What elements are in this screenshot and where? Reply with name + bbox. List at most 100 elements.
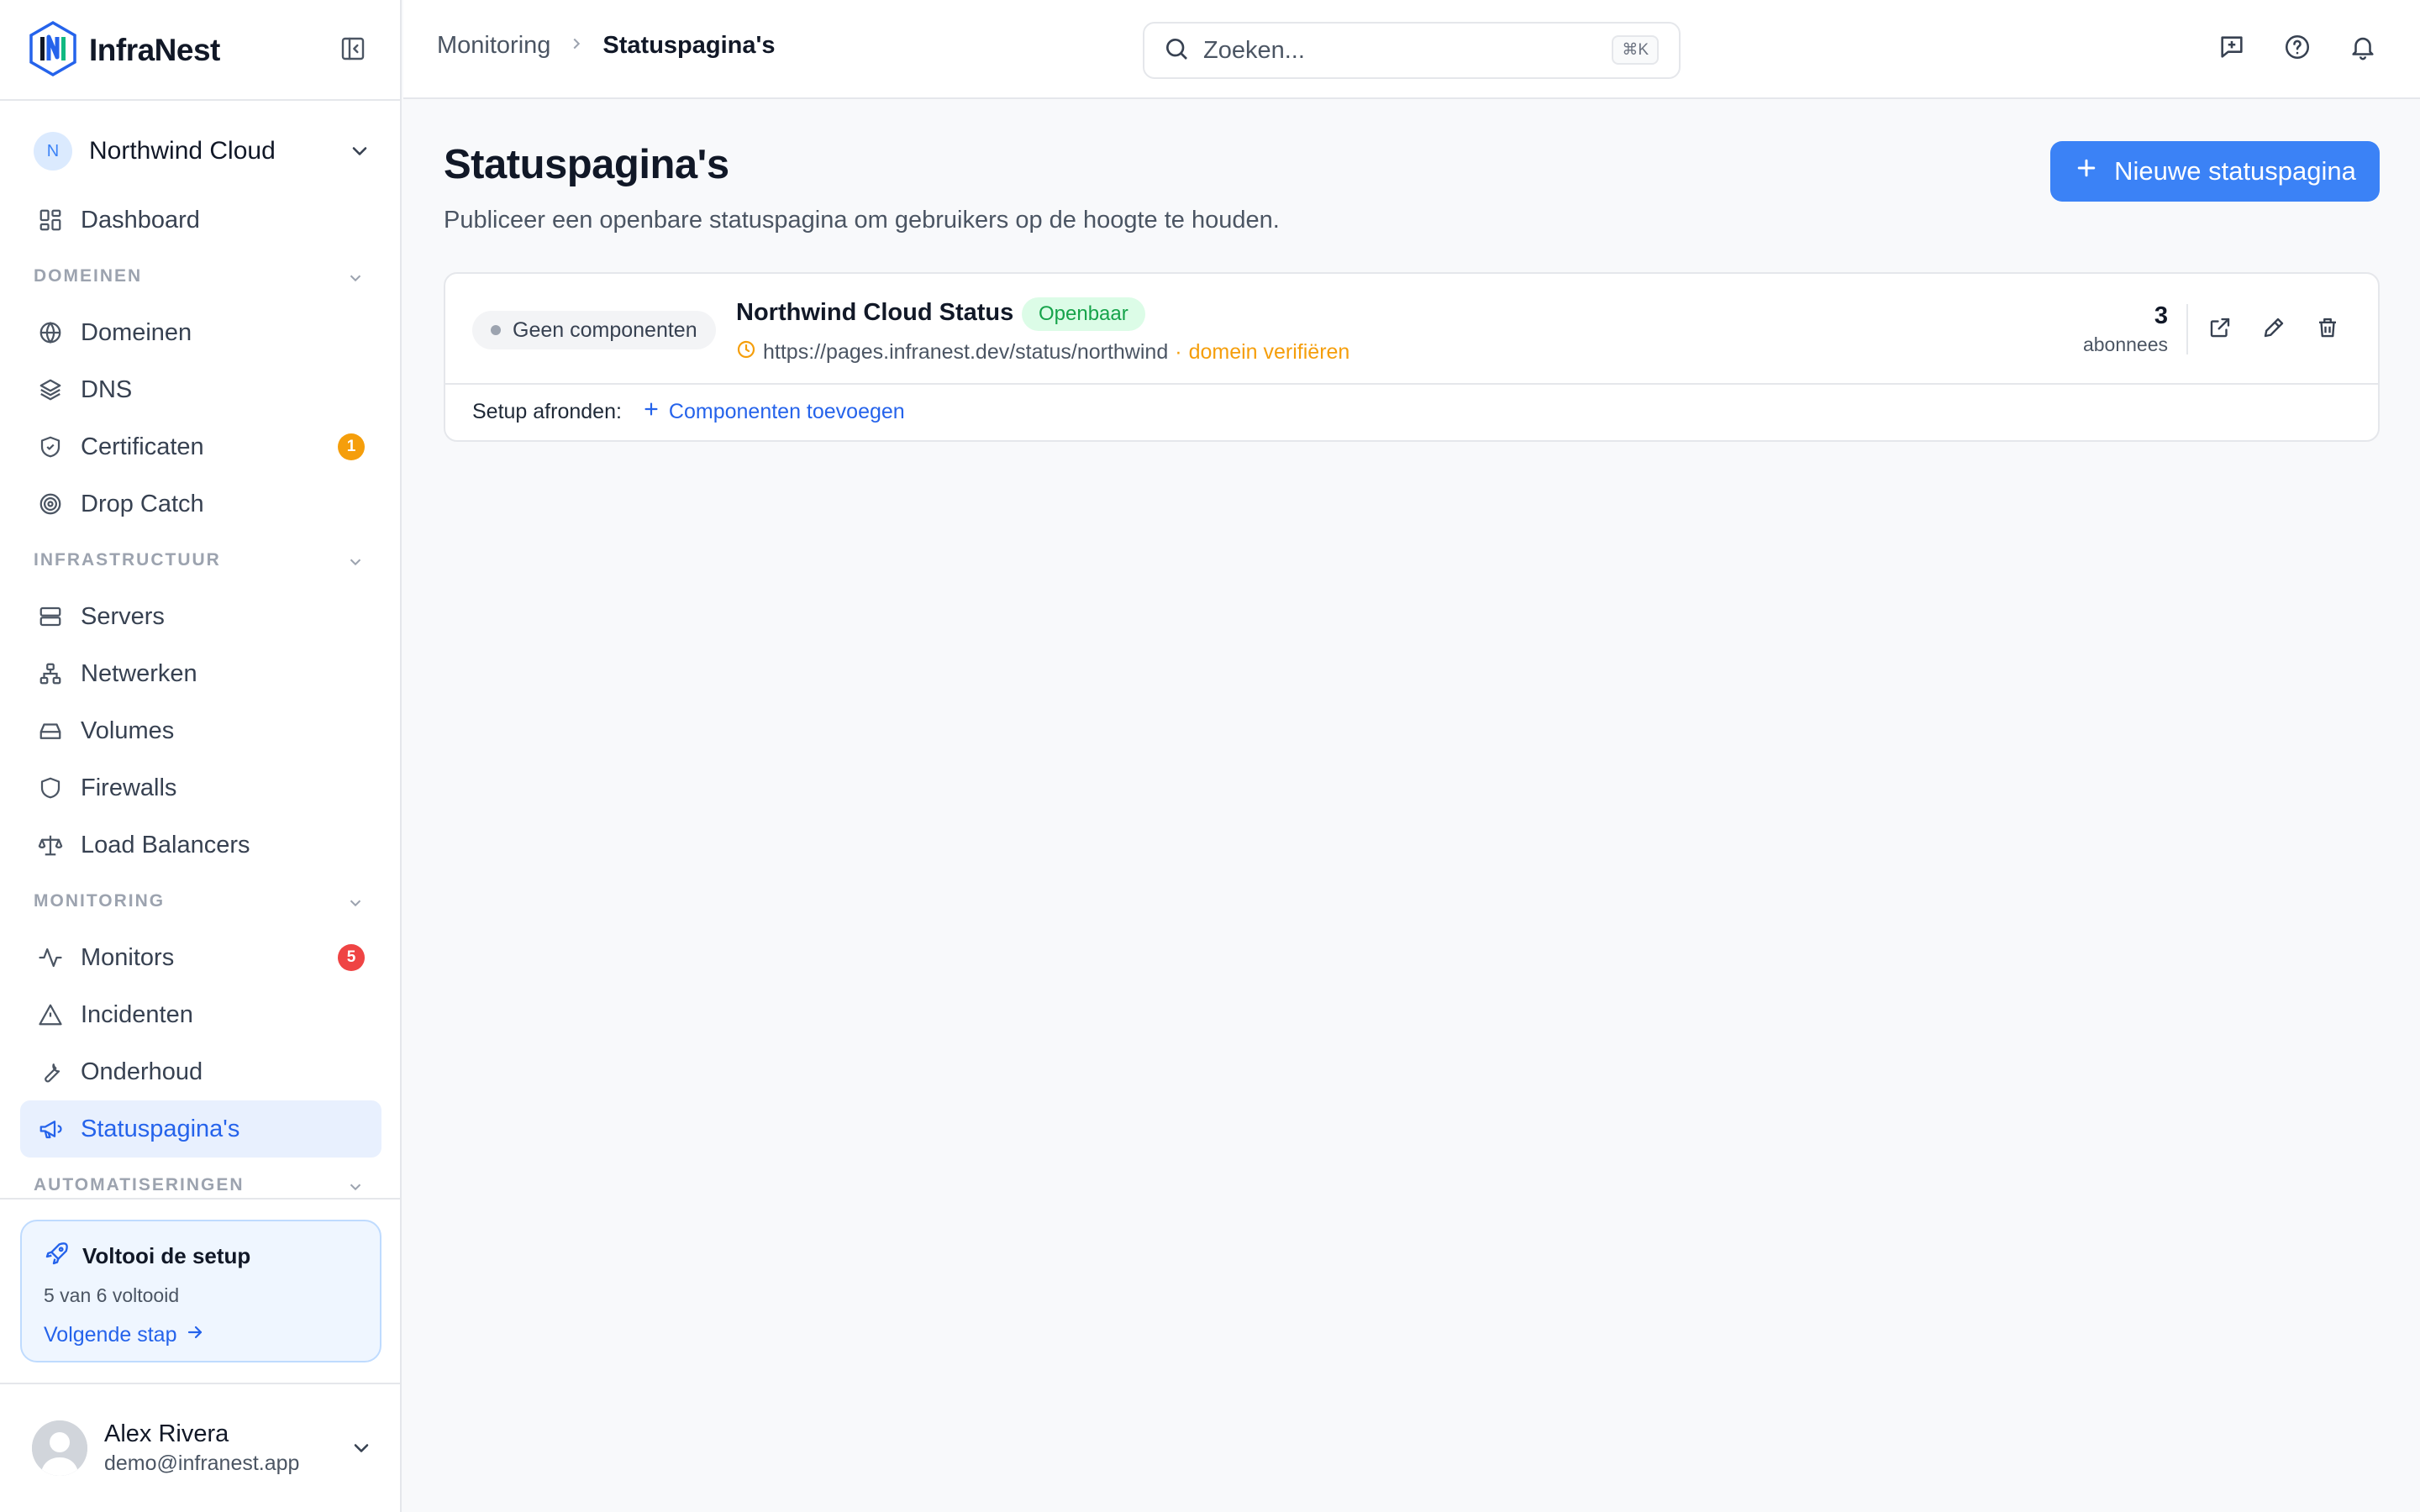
sidebar-item-firewalls[interactable]: Firewalls (20, 759, 381, 816)
sidebar: InfraNest N Northwind Cloud Dashboard DO… (0, 0, 402, 1512)
feedback-icon[interactable] (2217, 32, 2247, 62)
sidebar-item-label: DNS (81, 375, 133, 403)
sidebar-item-label: Incidenten (81, 1000, 193, 1028)
hard-drive-icon (37, 717, 64, 744)
activity-icon (37, 944, 64, 971)
sidebar-divider (0, 1198, 402, 1200)
section-label: AUTOMATISERINGEN (34, 1175, 245, 1194)
edit-pencil-icon[interactable] (2260, 314, 2287, 341)
search-input[interactable] (1203, 36, 1573, 65)
breadcrumb: Monitoring Statuspagina's (437, 32, 776, 60)
search-shortcut: ⌘K (1612, 35, 1659, 65)
page-subtitle: Publiceer een openbare statuspagina om g… (444, 207, 1280, 234)
user-name: Alex Rivera (104, 1420, 229, 1447)
shield-check-icon (37, 433, 64, 460)
bell-icon[interactable] (2348, 32, 2378, 62)
component-chip-label: Geen componenten (513, 318, 697, 342)
infranest-logo-icon (27, 20, 79, 81)
sidebar-item-label: Statuspagina's (81, 1115, 240, 1142)
sidebar-item-label: Servers (81, 602, 165, 630)
network-icon (37, 660, 64, 687)
sidebar-item-label: Drop Catch (81, 490, 204, 517)
subscribers: 3 abonnees (2083, 302, 2168, 356)
dashboard-icon (37, 207, 64, 234)
sidebar-item-statuspaginas[interactable]: Statuspagina's (20, 1100, 381, 1158)
setup-card: Voltooi de setup 5 van 6 voltooid Volgen… (20, 1220, 381, 1362)
setup-progress: 5 van 6 voltooid (44, 1284, 180, 1306)
wrench-icon (37, 1058, 64, 1085)
megaphone-icon (37, 1116, 64, 1142)
sidebar-item-label: Netwerken (81, 659, 197, 687)
certificaten-count-badge: 1 (338, 433, 365, 460)
trash-icon[interactable] (2314, 314, 2341, 341)
section-automation[interactable]: AUTOMATISERINGEN (20, 1158, 381, 1200)
user-email: demo@infranest.app (104, 1452, 300, 1475)
breadcrumb-current: Statuspagina's (602, 32, 776, 59)
new-status-page-button[interactable]: Nieuwe statuspagina (2050, 141, 2380, 202)
layers-icon (37, 376, 64, 403)
sidebar-item-monitors[interactable]: Monitors 5 (20, 929, 381, 986)
sidebar-item-servers[interactable]: Servers (20, 588, 381, 645)
section-label: INFRASTRUCTUUR (34, 550, 221, 570)
setup-title-text: Voltooi de setup (82, 1243, 251, 1268)
sidebar-item-incidenten[interactable]: Incidenten (20, 986, 381, 1043)
status-page-url-row: https://pages.infranest.dev/status/north… (736, 339, 1349, 365)
sidebar-item-domeinen[interactable]: Domeinen (20, 304, 381, 361)
sidebar-collapse-icon[interactable] (339, 35, 366, 62)
sidebar-item-drop-catch[interactable]: Drop Catch (20, 475, 381, 533)
sidebar-item-label: Firewalls (81, 774, 177, 801)
plus-icon (2074, 155, 2099, 187)
chevron-down-icon (346, 553, 365, 576)
component-status-chip: Geen componenten (472, 311, 716, 349)
search-box[interactable]: ⌘K (1143, 22, 1681, 79)
sidebar-item-load-balancers[interactable]: Load Balancers (20, 816, 381, 874)
rocket-icon (44, 1240, 71, 1273)
sidebar-item-label: Domeinen (81, 318, 192, 346)
verify-domain-link[interactable]: domein verifiëren (1189, 340, 1350, 365)
add-components-link[interactable]: Componenten toevoegen (642, 400, 905, 424)
next-step-link[interactable]: Volgende stap (44, 1322, 358, 1348)
sidebar-item-onderhoud[interactable]: Onderhoud (20, 1043, 381, 1100)
topbar-actions (2217, 32, 2378, 62)
clock-icon (736, 339, 756, 365)
sidebar-item-label: Certificaten (81, 433, 204, 460)
chevron-right-icon (567, 32, 586, 60)
breadcrumb-monitoring[interactable]: Monitoring (437, 32, 550, 60)
workspace-switcher[interactable]: N Northwind Cloud (34, 128, 371, 175)
chevron-down-icon (346, 894, 365, 917)
sidebar-item-netwerken[interactable]: Netwerken (20, 645, 381, 702)
status-page-name[interactable]: Northwind Cloud Status (736, 299, 1013, 327)
search-icon (1163, 35, 1190, 66)
sidebar-item-dns[interactable]: DNS (20, 361, 381, 418)
setup-row-label: Setup afronden: (472, 400, 622, 423)
divider (2186, 304, 2188, 354)
next-step-label: Volgende stap (44, 1323, 177, 1347)
status-page-url[interactable]: https://pages.infranest.dev/status/north… (763, 340, 1168, 365)
section-infrastructure[interactable]: INFRASTRUCTUUR (20, 533, 381, 588)
sidebar-item-label: Dashboard (81, 206, 200, 234)
sidebar-divider (0, 1383, 402, 1384)
sidebar-nav: Dashboard DOMEINEN Domeinen DNS Certific… (20, 192, 381, 1200)
workspace-name: Northwind Cloud (89, 137, 276, 165)
section-domains[interactable]: DOMEINEN (20, 249, 381, 304)
user-menu[interactable]: Alex Rivera demo@infranest.app (32, 1416, 373, 1480)
url-separator: · (1175, 340, 1182, 364)
chevron-down-icon (348, 139, 371, 167)
target-icon (37, 491, 64, 517)
external-link-icon[interactable] (2207, 314, 2233, 341)
status-page-card: Geen componenten Northwind Cloud Status … (444, 272, 2380, 442)
help-icon[interactable] (2282, 32, 2312, 62)
brand[interactable]: InfraNest (27, 20, 220, 81)
globe-icon (37, 319, 64, 346)
brand-name: InfraNest (89, 33, 220, 67)
new-status-page-label: Nieuwe statuspagina (2114, 156, 2356, 186)
add-components-label: Componenten toevoegen (668, 400, 905, 423)
sidebar-item-certificaten[interactable]: Certificaten 1 (20, 418, 381, 475)
sidebar-item-volumes[interactable]: Volumes (20, 702, 381, 759)
status-dot (491, 325, 501, 335)
sidebar-item-label: Load Balancers (81, 831, 250, 858)
sidebar-item-dashboard[interactable]: Dashboard (20, 192, 381, 249)
section-monitoring[interactable]: MONITORING (20, 874, 381, 929)
avatar (32, 1420, 87, 1476)
section-label: MONITORING (34, 891, 166, 911)
